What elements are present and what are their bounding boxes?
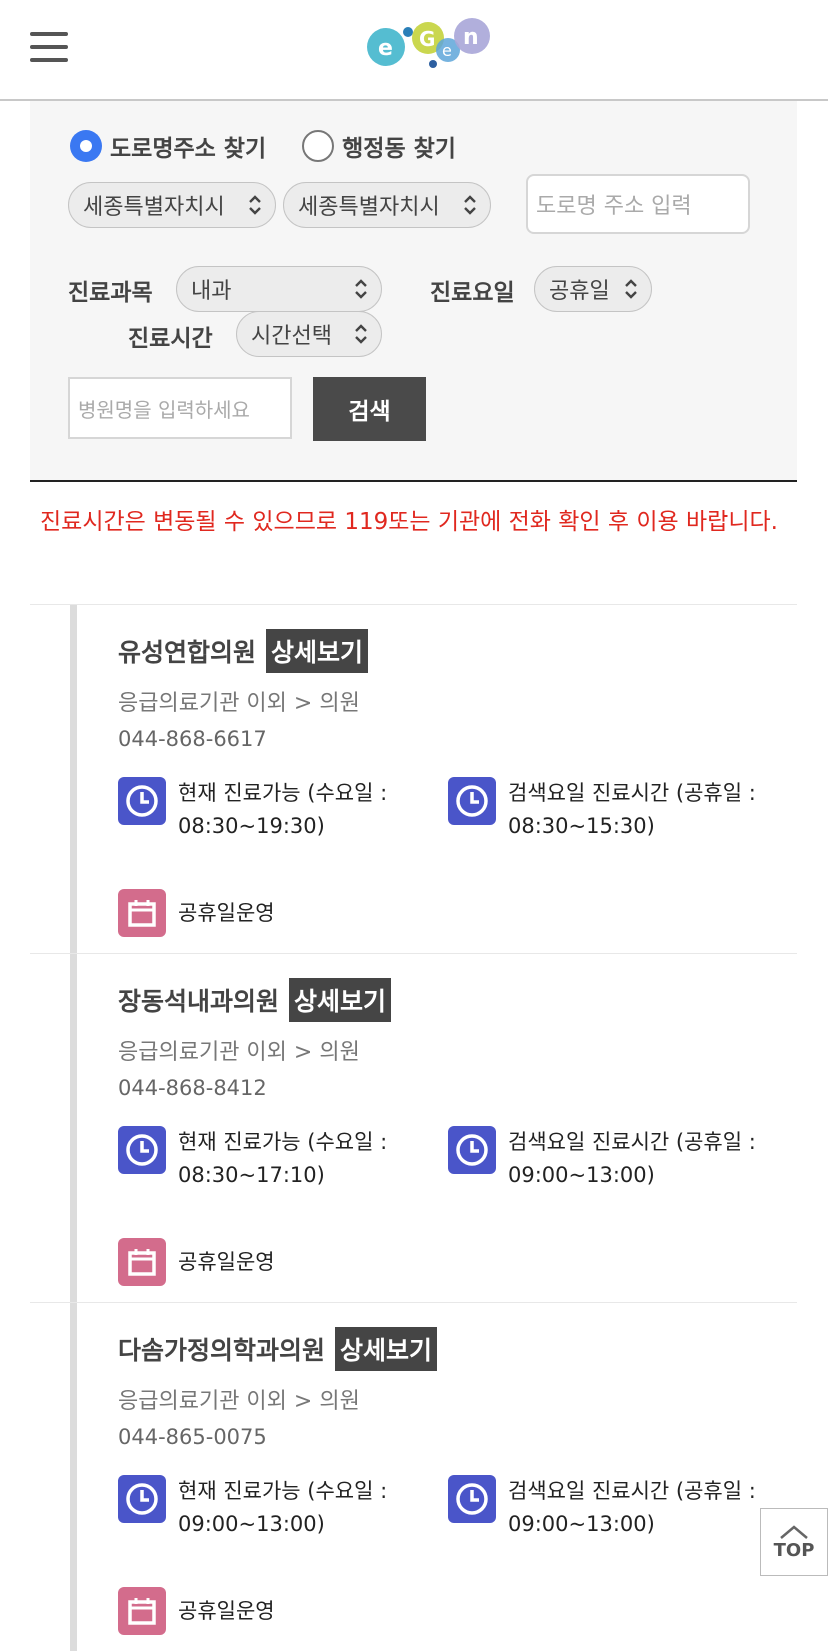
search-panel: 도로명주소 찾기 행정동 찾기 세종특별자치시 세종특별자치시 도로명 주소 입…	[30, 101, 797, 482]
radio-checked-icon	[70, 130, 102, 162]
hospital-phone[interactable]: 044-868-6617	[118, 727, 267, 751]
dept-select-value: 내과	[191, 279, 232, 304]
search-mode-radio-group: 도로명주소 찾기 행정동 찾기	[70, 129, 492, 163]
current-hours: 현재 진료가능 (수요일 : 08:30~19:30)	[118, 777, 438, 843]
clock-icon	[118, 777, 166, 825]
calendar-icon	[118, 1238, 166, 1286]
detail-button[interactable]: 상세보기	[266, 629, 369, 673]
holiday-operation: 공휴일운영	[118, 889, 438, 937]
radio-admin-label: 행정동 찾기	[342, 136, 456, 162]
search-day-hours: 검색요일 진료시간 (공휴일 : 09:00~13:00)	[448, 1126, 768, 1192]
day-select-value: 공휴일	[549, 279, 610, 304]
hospital-name-placeholder: 병원명을 입력하세요	[78, 397, 250, 422]
app-header: e G e n	[0, 0, 828, 101]
clock-icon	[118, 1126, 166, 1174]
radio-road-address[interactable]: 도로명주소 찾기	[70, 129, 266, 163]
sigungu-select-value: 세종특별자치시	[298, 195, 440, 220]
hamburger-menu-icon[interactable]	[30, 32, 70, 66]
current-hours: 현재 진료가능 (수요일 : 08:30~17:10)	[118, 1126, 438, 1192]
search-hours-line1: 검색요일 진료시간 (공휴일 :	[508, 1130, 756, 1154]
holiday-operation: 공휴일운영	[118, 1587, 438, 1635]
time-select-value: 시간선택	[251, 324, 332, 349]
chevron-up-icon	[780, 1524, 808, 1539]
scroll-top-button[interactable]: TOP	[760, 1508, 828, 1576]
notice-text: 진료시간은 변동될 수 있으므로 119또는 기관에 전화 확인 후 이용 바랍…	[40, 509, 778, 535]
clock-icon	[448, 777, 496, 825]
search-day-hours: 검색요일 진료시간 (공휴일 : 09:00~13:00)	[448, 1475, 768, 1541]
radio-road-label: 도로명주소 찾기	[110, 136, 267, 162]
dept-select[interactable]: 내과	[176, 266, 382, 312]
time-select[interactable]: 시간선택	[236, 311, 382, 357]
scroll-top-label: TOP	[773, 1539, 815, 1561]
hospital-category: 응급의료기관 이외 > 의원	[118, 691, 360, 716]
egen-logo[interactable]: e G e n	[362, 14, 494, 74]
sido-select-value: 세종특별자치시	[83, 195, 225, 220]
road-address-placeholder: 도로명 주소 입력	[536, 194, 692, 219]
svg-text:G: G	[419, 27, 435, 51]
select-chevron-icon	[355, 324, 367, 344]
time-label: 진료시간	[128, 326, 213, 352]
radio-unchecked-icon	[302, 130, 335, 162]
hospital-name[interactable]: 다솜가정의학과의원	[118, 1331, 325, 1367]
result-left-bar	[70, 1303, 77, 1651]
svg-text:e: e	[378, 36, 393, 61]
detail-button[interactable]: 상세보기	[335, 1327, 438, 1371]
hospital-name[interactable]: 유성연합의원	[118, 633, 256, 669]
result-item: 유성연합의원 상세보기 응급의료기관 이외 > 의원 044-868-6617 …	[30, 604, 797, 953]
hospital-phone[interactable]: 044-865-0075	[118, 1425, 267, 1449]
road-address-input[interactable]: 도로명 주소 입력	[526, 174, 750, 234]
day-select[interactable]: 공휴일	[534, 266, 652, 312]
holiday-operation-text: 공휴일운영	[178, 900, 275, 925]
sido-select[interactable]: 세종특별자치시	[68, 182, 276, 228]
radio-admin-dong[interactable]: 행정동 찾기	[302, 129, 456, 163]
calendar-icon	[118, 1587, 166, 1635]
current-hours-line1: 현재 진료가능 (수요일 :	[178, 781, 388, 805]
current-hours-line2: 08:30~19:30)	[178, 814, 325, 838]
svg-text:e: e	[442, 41, 452, 60]
select-chevron-icon	[464, 195, 476, 215]
hospital-name[interactable]: 장동석내과의원	[118, 982, 279, 1018]
select-chevron-icon	[355, 279, 367, 299]
search-day-hours: 검색요일 진료시간 (공휴일 : 08:30~15:30)	[448, 777, 768, 843]
holiday-operation-text: 공휴일운영	[178, 1598, 275, 1623]
dept-label: 진료과목	[68, 280, 153, 306]
hospital-category: 응급의료기관 이외 > 의원	[118, 1389, 360, 1414]
holiday-operation-text: 공휴일운영	[178, 1249, 275, 1274]
hospital-name-input[interactable]: 병원명을 입력하세요	[68, 377, 292, 439]
svg-text:n: n	[463, 25, 479, 50]
day-label: 진료요일	[430, 280, 515, 306]
search-button[interactable]: 검색	[313, 377, 426, 441]
search-hours-line2: 09:00~13:00)	[508, 1512, 655, 1536]
result-left-bar	[70, 954, 77, 1302]
result-item: 다솜가정의학과의원 상세보기 응급의료기관 이외 > 의원 044-865-00…	[30, 1302, 797, 1651]
search-hours-line2: 08:30~15:30)	[508, 814, 655, 838]
clock-icon	[448, 1475, 496, 1523]
clock-icon	[118, 1475, 166, 1523]
sigungu-select[interactable]: 세종특별자치시	[283, 182, 491, 228]
search-hours-line1: 검색요일 진료시간 (공휴일 :	[508, 781, 756, 805]
current-hours-line1: 현재 진료가능 (수요일 :	[178, 1130, 388, 1154]
select-chevron-icon	[625, 279, 637, 299]
calendar-icon	[118, 889, 166, 937]
current-hours: 현재 진료가능 (수요일 : 09:00~13:00)	[118, 1475, 438, 1541]
detail-button[interactable]: 상세보기	[289, 978, 392, 1022]
current-hours-line2: 09:00~13:00)	[178, 1512, 325, 1536]
clock-icon	[448, 1126, 496, 1174]
current-hours-line1: 현재 진료가능 (수요일 :	[178, 1479, 388, 1503]
hospital-category: 응급의료기관 이외 > 의원	[118, 1040, 360, 1065]
current-hours-line2: 08:30~17:10)	[178, 1163, 325, 1187]
result-item: 장동석내과의원 상세보기 응급의료기관 이외 > 의원 044-868-8412…	[30, 953, 797, 1302]
search-hours-line1: 검색요일 진료시간 (공휴일 :	[508, 1479, 756, 1503]
result-left-bar	[70, 605, 77, 953]
select-chevron-icon	[249, 195, 261, 215]
hospital-phone[interactable]: 044-868-8412	[118, 1076, 267, 1100]
holiday-operation: 공휴일운영	[118, 1238, 438, 1286]
search-hours-line2: 09:00~13:00)	[508, 1163, 655, 1187]
